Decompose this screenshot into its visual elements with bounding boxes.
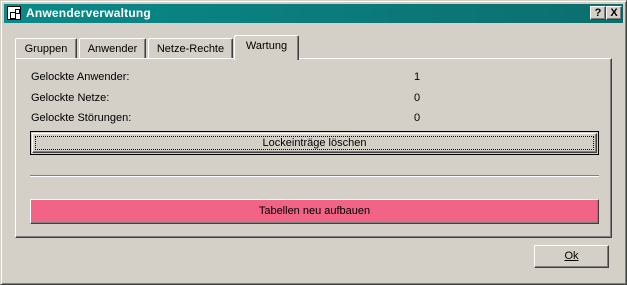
close-button[interactable]: X (606, 6, 622, 20)
window-title: Anwenderverwaltung (26, 6, 151, 20)
label-gelockte-stoerungen: Gelockte Störungen: (31, 112, 132, 124)
label-gelockte-netze: Gelockte Netze: (31, 92, 110, 104)
dialog-window: Anwenderverwaltung ? X Gruppen Anwender … (0, 0, 627, 285)
label-gelockte-anwender: Gelockte Anwender: (31, 71, 130, 83)
rebuild-tables-button[interactable]: Tabellen neu aufbauen (30, 199, 599, 224)
tab-netze-rechte[interactable]: Netze-Rechte (148, 38, 233, 58)
value-gelockte-stoerungen: 0 (414, 112, 421, 124)
wartung-panel: Gelockte Anwender: 1 Gelockte Netze: 0 G… (15, 58, 612, 238)
help-button[interactable]: ? (590, 6, 606, 20)
value-gelockte-anwender: 1 (414, 71, 421, 83)
tab-anwender[interactable]: Anwender (79, 38, 146, 58)
tab-wartung[interactable]: Wartung (234, 35, 299, 60)
delete-lock-entries-button[interactable]: Lockeinträge löschen (30, 131, 599, 155)
ok-label: Ok (564, 250, 579, 262)
separator (30, 175, 599, 177)
value-gelockte-netze: 0 (414, 92, 421, 104)
delete-lock-entries-label: Lockeinträge löschen (262, 137, 367, 149)
ok-button[interactable]: Ok (534, 245, 609, 268)
title-bar[interactable]: Anwenderverwaltung ? X (4, 4, 623, 23)
tab-gruppen[interactable]: Gruppen (15, 38, 77, 58)
app-icon[interactable] (7, 6, 21, 20)
